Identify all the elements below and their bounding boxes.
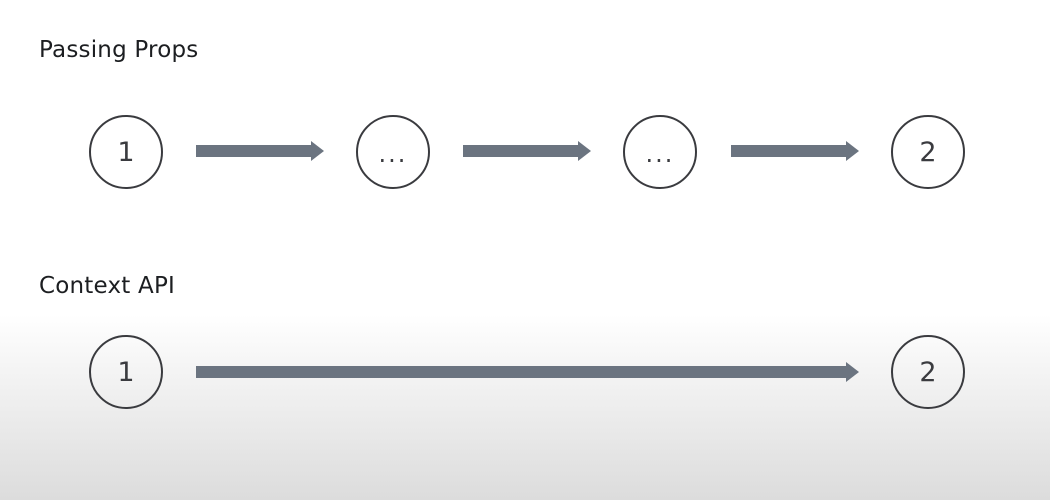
arrow-head <box>311 141 324 161</box>
arrow-shaft <box>463 145 579 157</box>
props-node-intermediate-1: ... <box>356 115 430 189</box>
props-node-start: 1 <box>89 115 163 189</box>
props-arrow-1 <box>196 141 324 161</box>
arrow-shaft <box>196 366 847 378</box>
context-node-start: 1 <box>89 335 163 409</box>
arrow-shaft <box>731 145 847 157</box>
arrow-head <box>846 362 859 382</box>
props-arrow-2 <box>463 141 591 161</box>
context-api-title: Context API <box>39 273 175 299</box>
context-node-end: 2 <box>891 335 965 409</box>
props-node-end: 2 <box>891 115 965 189</box>
passing-props-title: Passing Props <box>39 37 199 63</box>
context-arrow <box>196 362 859 382</box>
arrow-head <box>578 141 591 161</box>
props-node-intermediate-2: ... <box>623 115 697 189</box>
arrow-head <box>846 141 859 161</box>
arrow-shaft <box>196 145 312 157</box>
props-arrow-3 <box>731 141 859 161</box>
